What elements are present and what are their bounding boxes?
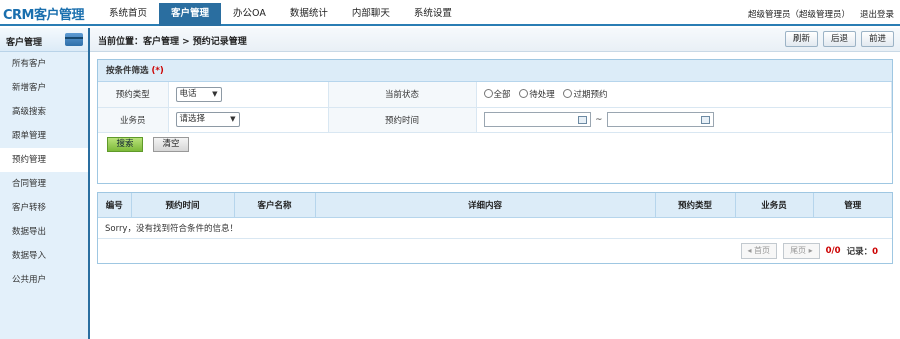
col-staff: 业务员 — [735, 193, 814, 218]
sidebar-item-add-customer[interactable]: 新增客户 — [0, 76, 88, 100]
card-icon — [65, 33, 83, 46]
sidebar-item-advanced-search[interactable]: 高级搜索 — [0, 100, 88, 124]
results-panel: 编号 预约时间 客户名称 详细内容 预约类型 业务员 管理 Sorry，没有找到… — [97, 192, 893, 264]
calendar-icon — [701, 116, 711, 124]
app-logo: CRM客户管理 — [3, 8, 85, 23]
chevron-down-icon: ▼ — [230, 115, 236, 123]
table-header-row: 编号 预约时间 客户名称 详细内容 预约类型 业务员 管理 — [98, 193, 892, 218]
records-count: 记录：0 — [847, 245, 878, 257]
filter-panel: 按条件筛选 (*) 预约类型 电话 ▼ 当前状态 全部 待处理 过期预约 业务员… — [97, 59, 893, 184]
empty-message: Sorry，没有找到符合条件的信息！ — [98, 217, 892, 239]
radio-circle — [519, 89, 529, 98]
breadcrumb-bar: 当前位置：客户管理 > 预约记录管理 刷新 后退 前进 — [90, 28, 900, 52]
first-page-button[interactable]: ◂ 首页 — [740, 243, 778, 259]
sidebar: 客户管理 所有客户 新增客户 高级搜索 跟单管理 预约管理 合同管理 客户转移 … — [0, 28, 90, 339]
type-label: 预约类型 — [98, 82, 169, 108]
filter-title: 按条件筛选 — [106, 66, 149, 76]
breadcrumb: 当前位置：客户管理 > 预约记录管理 — [98, 37, 247, 47]
sidebar-item-transfer[interactable]: 客户转移 — [0, 196, 88, 220]
records-value: 0 — [872, 247, 878, 257]
user-name: 超级管理员（超级管理员） — [747, 10, 850, 20]
main-nav: 系统首页 客户管理 办公OA 数据统计 内部聊天 系统设置 — [97, 3, 464, 26]
refresh-button[interactable]: 刷新 — [784, 31, 818, 47]
col-id: 编号 — [98, 193, 132, 218]
logout-link[interactable]: 退出登录 — [860, 8, 894, 20]
results-table: 编号 预约时间 客户名称 详细内容 预约类型 业务员 管理 Sorry，没有找到… — [98, 193, 892, 239]
nav-home[interactable]: 系统首页 — [97, 3, 159, 26]
nav-statistics[interactable]: 数据统计 — [278, 3, 340, 26]
radio-circle — [563, 89, 573, 98]
calendar-icon — [577, 116, 587, 124]
sidebar-item-import[interactable]: 数据导入 — [0, 244, 88, 268]
status-radio-expired[interactable]: 过期预约 — [563, 88, 607, 100]
nav-settings[interactable]: 系统设置 — [402, 3, 464, 26]
toolbar: 刷新 后退 前进 — [784, 31, 894, 47]
time-label: 预约时间 — [328, 107, 477, 133]
filter-actions: 搜索 清空 — [98, 133, 892, 152]
sidebar-title: 客户管理 — [6, 38, 43, 48]
status-radio-pending[interactable]: 待处理 — [519, 88, 555, 100]
type-select[interactable]: 电话 ▼ — [175, 86, 222, 102]
required-mark: (*) — [151, 66, 164, 76]
staff-label: 业务员 — [98, 107, 169, 133]
back-button[interactable]: 后退 — [822, 31, 856, 47]
sidebar-item-export[interactable]: 数据导出 — [0, 220, 88, 244]
nav-customers[interactable]: 客户管理 — [159, 3, 222, 26]
user-info: 超级管理员（超级管理员） 退出登录 — [748, 8, 894, 20]
last-page-button[interactable]: 尾页 ▸ — [783, 243, 820, 259]
records-label: 记录： — [846, 247, 873, 257]
page-indicator: 0/0 — [825, 246, 841, 256]
sidebar-item-appointments[interactable]: 预约管理 — [0, 148, 88, 172]
search-button[interactable]: 搜索 — [107, 136, 143, 152]
forward-button[interactable]: 前进 — [860, 31, 894, 47]
filter-form: 预约类型 电话 ▼ 当前状态 全部 待处理 过期预约 业务员 请选择 ▼ 预约时… — [98, 82, 892, 133]
col-type: 预约类型 — [655, 193, 736, 218]
filter-header: 按条件筛选 (*) — [98, 60, 892, 82]
status-radio-all[interactable]: 全部 — [483, 88, 511, 100]
type-select-value: 电话 — [179, 88, 197, 99]
sidebar-item-public-users[interactable]: 公共用户 — [0, 268, 88, 292]
start-date-input[interactable] — [483, 112, 591, 127]
sidebar-header: 客户管理 — [0, 28, 88, 52]
col-detail: 详细内容 — [315, 193, 656, 218]
clear-button[interactable]: 清空 — [153, 136, 189, 152]
nav-chat[interactable]: 内部聊天 — [340, 3, 402, 26]
table-row: Sorry，没有找到符合条件的信息！ — [98, 217, 892, 239]
radio-circle — [483, 89, 493, 98]
pagination: ◂ 首页 尾页 ▸ 0/0 记录：0 — [740, 243, 878, 259]
staff-select-value: 请选择 — [179, 114, 206, 124]
sidebar-item-all-customers[interactable]: 所有客户 — [0, 52, 88, 76]
status-label: 当前状态 — [328, 82, 477, 108]
date-separator: ~ — [595, 114, 603, 125]
staff-select[interactable]: 请选择 ▼ — [175, 112, 240, 127]
top-bar: CRM客户管理 系统首页 客户管理 办公OA 数据统计 内部聊天 系统设置 超级… — [0, 0, 900, 26]
nav-office[interactable]: 办公OA — [221, 3, 278, 26]
col-manage: 管理 — [813, 193, 892, 218]
chevron-down-icon: ▼ — [212, 89, 218, 98]
col-time: 预约时间 — [131, 193, 235, 218]
main-content: 当前位置：客户管理 > 预约记录管理 刷新 后退 前进 按条件筛选 (*) 预约… — [90, 28, 900, 339]
sidebar-item-contracts[interactable]: 合同管理 — [0, 172, 88, 196]
col-customer: 客户名称 — [234, 193, 316, 218]
sidebar-item-follow-up[interactable]: 跟单管理 — [0, 124, 88, 148]
end-date-input[interactable] — [607, 112, 715, 127]
